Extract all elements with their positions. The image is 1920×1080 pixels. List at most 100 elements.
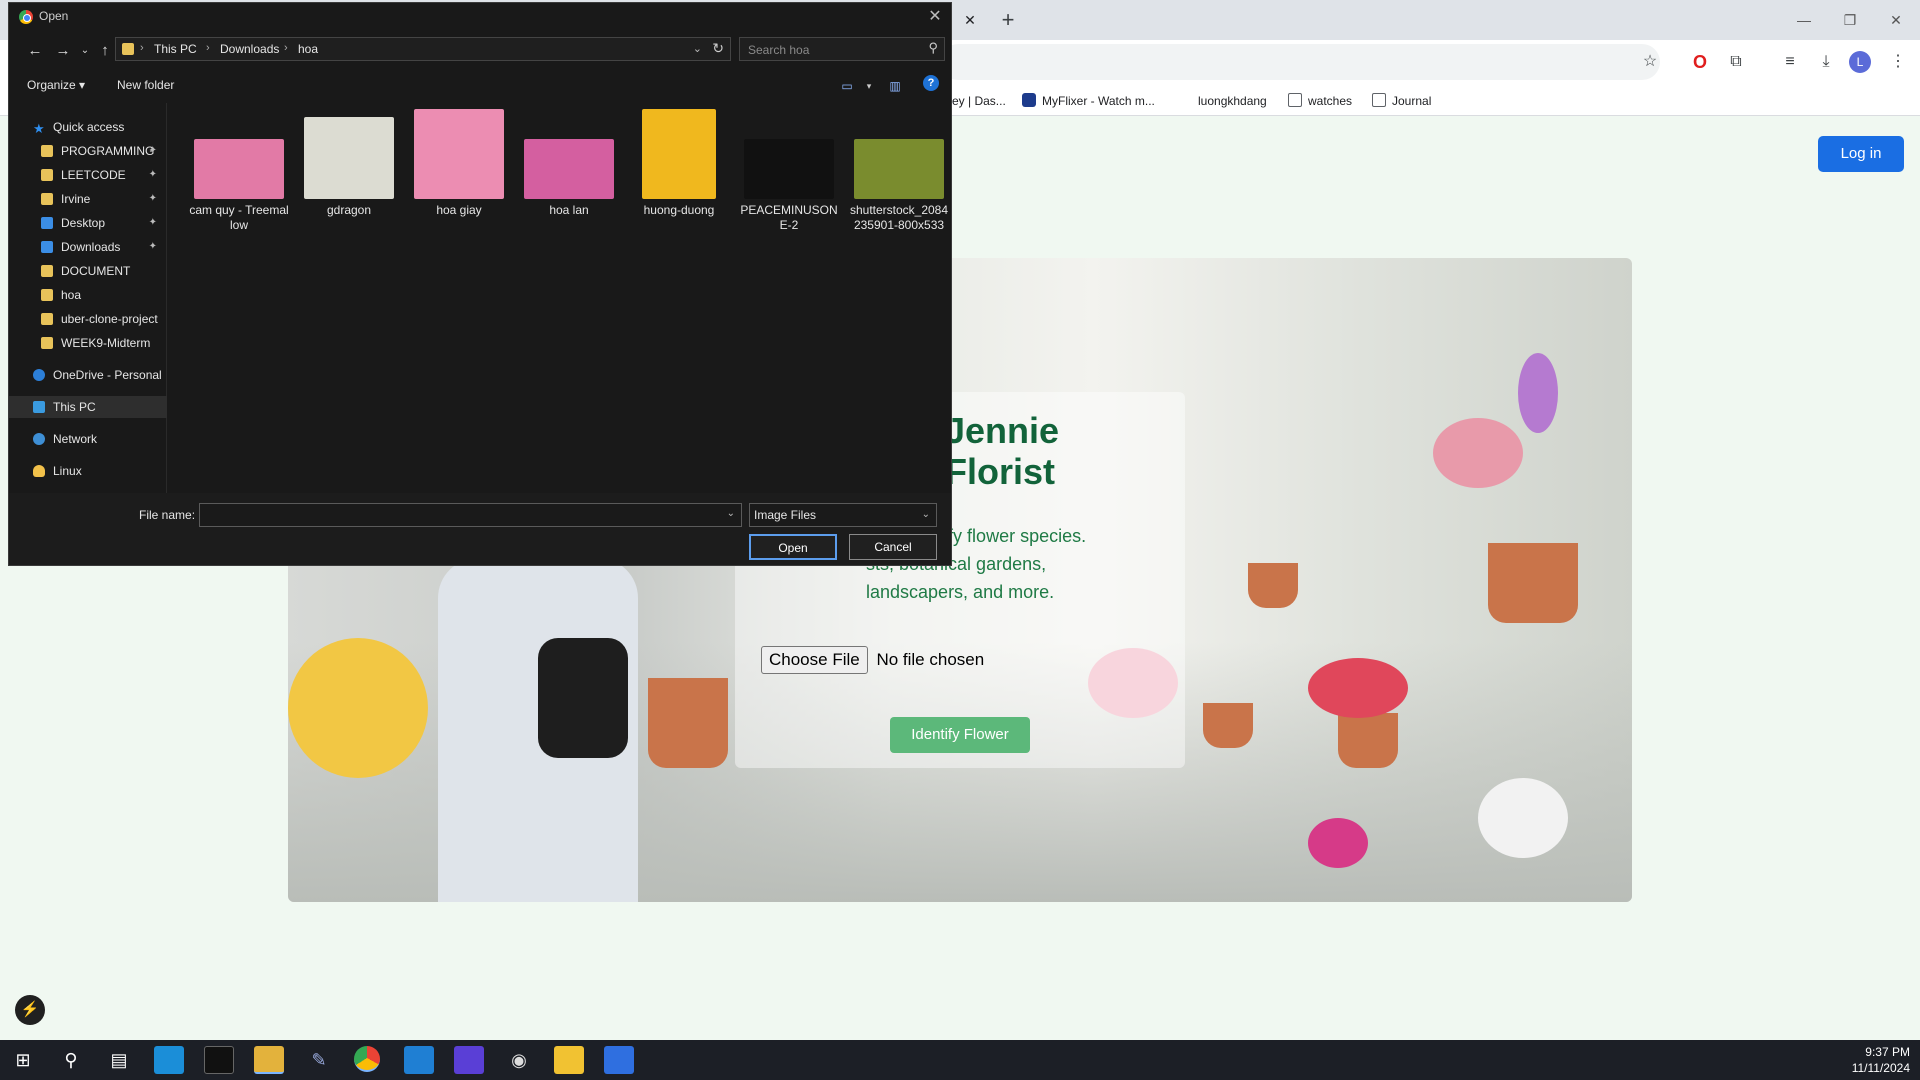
jetbrains-icon[interactable] [454, 1046, 484, 1074]
restore-icon[interactable]: ❐ [1830, 8, 1870, 32]
file-item[interactable]: hoa giay [409, 109, 509, 218]
nav-network[interactable]: Network [9, 428, 167, 450]
view-dropdown-icon[interactable]: ▾ [857, 77, 881, 95]
address-bar[interactable] [940, 44, 1660, 80]
back-arrow-icon[interactable]: ← [23, 39, 47, 63]
nav-item-week9[interactable]: WEEK9-Midterm [9, 332, 167, 354]
clock-date: 11/11/2024 [1851, 1061, 1910, 1075]
search-icon[interactable]: ⚲ [56, 1046, 86, 1074]
file-item[interactable]: shutterstock_2084235901-800x533 [849, 139, 949, 233]
new-folder-button[interactable]: New folder [117, 78, 174, 92]
refresh-icon[interactable]: ↻ [712, 40, 724, 57]
bookmark-luongkhdang[interactable]: luongkhdang [1198, 92, 1267, 110]
opera-extension-icon[interactable]: O [1686, 48, 1714, 76]
app-icon[interactable] [154, 1046, 184, 1074]
nav-item-hoa[interactable]: hoa [9, 284, 167, 306]
identify-flower-button[interactable]: Identify Flower [890, 717, 1030, 753]
dialog-titlebar: Open ✕ [9, 3, 953, 31]
breadcrumb-downloads[interactable]: Downloads [220, 42, 279, 56]
new-tab-button[interactable]: + [994, 6, 1022, 34]
dialog-address-bar[interactable]: › This PC › Downloads › hoa ⌄ ↻ [115, 37, 731, 61]
close-window-icon[interactable]: ✕ [1876, 8, 1916, 32]
organize-menu[interactable]: Organize ▾ [27, 78, 85, 92]
file-thumbnail [744, 139, 834, 199]
brand-title-line: Florist [945, 451, 1056, 492]
nav-item-programming[interactable]: PROGRAMMING ✦ [9, 140, 167, 162]
breadcrumb-this-pc[interactable]: This PC [154, 42, 197, 56]
tab-close-icon[interactable]: ✕ [958, 8, 982, 32]
task-view-icon[interactable]: ▤ [104, 1046, 134, 1074]
lightning-icon[interactable]: ⚡ [15, 995, 45, 1025]
bookmark-item[interactable]: ey | Das... [952, 92, 1006, 110]
terminal-icon[interactable] [204, 1046, 234, 1074]
nav-linux[interactable]: Linux [9, 460, 167, 482]
media-control-icon[interactable]: ≡ [1776, 48, 1804, 76]
bookmark-myflixer[interactable]: MyFlixer - Watch m... [1022, 92, 1155, 110]
forward-arrow-icon[interactable]: → [51, 39, 75, 63]
folder-icon [41, 265, 53, 277]
command-bar: Organize ▾ New folder ▭ ▾ ▥ ? [9, 71, 951, 101]
folder-icon [1288, 93, 1302, 107]
minimize-icon[interactable]: — [1784, 8, 1824, 32]
file-item[interactable]: PEACEMINUSONE-2 [739, 139, 839, 233]
file-name-input[interactable]: ⌄ [199, 503, 742, 527]
up-arrow-icon[interactable]: ↑ [93, 39, 117, 63]
cancel-button[interactable]: Cancel [849, 534, 937, 560]
file-type-select[interactable]: Image Files ⌄ [749, 503, 937, 527]
app-badge-icon[interactable]: ◉ [504, 1046, 534, 1074]
chevron-down-icon[interactable]: ⌄ [727, 508, 735, 519]
dialog-search-box[interactable]: Search hoa ⚲ [739, 37, 945, 61]
folder-icon [41, 193, 53, 205]
file-item[interactable]: cam quy - Treemallow [189, 139, 289, 233]
desktop-icon [41, 217, 53, 229]
nav-item-document[interactable]: DOCUMENT [9, 260, 167, 282]
brand-title: Jennie Florist [945, 410, 1059, 492]
open-button[interactable]: Open [749, 534, 837, 560]
profile-avatar[interactable]: L [1849, 51, 1871, 73]
file-item[interactable]: gdragon [299, 117, 399, 218]
folder-icon [41, 313, 53, 325]
menu-kebab-icon[interactable]: ⋮ [1884, 48, 1912, 76]
nav-item-leetcode[interactable]: LEETCODE ✦ [9, 164, 167, 186]
nav-this-pc[interactable]: This PC [9, 396, 167, 418]
dialog-close-icon[interactable]: ✕ [923, 5, 947, 29]
file-name: PEACEMINUSONE-2 [740, 203, 838, 232]
notepad-icon[interactable]: ✎ [304, 1046, 334, 1074]
nav-onedrive[interactable]: OneDrive - Personal [9, 364, 167, 386]
vscode-icon[interactable] [404, 1046, 434, 1074]
bookmark-folder-watches[interactable]: watches [1288, 92, 1352, 110]
file-item[interactable]: hoa lan [519, 139, 619, 218]
preview-pane-icon[interactable]: ▥ [883, 77, 907, 95]
download-icon[interactable]: ⤓ [1812, 48, 1840, 76]
nav-item-desktop[interactable]: Desktop ✦ [9, 212, 167, 234]
help-icon[interactable]: ? [923, 75, 939, 91]
folder-icon [122, 43, 134, 55]
login-button[interactable]: Log in [1818, 136, 1904, 172]
breadcrumb-hoa[interactable]: hoa [298, 42, 318, 56]
bookmark-folder-journal[interactable]: Journal [1372, 92, 1431, 110]
file-input[interactable]: Choose File No file chosen [761, 646, 984, 674]
windows-start-icon[interactable]: ⊞ [8, 1046, 38, 1074]
address-dropdown-icon[interactable]: ⌄ [693, 42, 702, 55]
nav-item-irvine[interactable]: Irvine ✦ [9, 188, 167, 210]
nav-item-downloads[interactable]: Downloads ✦ [9, 236, 167, 258]
nav-item-uber-clone[interactable]: uber-clone-project [9, 308, 167, 330]
file-thumbnail [304, 117, 394, 199]
view-options-icon[interactable]: ▭ [835, 77, 859, 95]
webstorm-icon[interactable] [554, 1046, 584, 1074]
file-item[interactable]: huong-duong [629, 109, 729, 218]
file-name: hoa giay [436, 203, 482, 217]
clock[interactable]: 9:37 PM 11/11/2024 [1852, 1044, 1910, 1076]
nav-quick-access[interactable]: ★ Quick access [9, 116, 167, 138]
taskbar: ⊞ ⚲ ▤ ✎ ◉ 9:37 PM 11/11/2024 [0, 1040, 1920, 1080]
file-thumbnail [854, 139, 944, 199]
myflixer-favicon-icon [1022, 93, 1036, 107]
extensions-icon[interactable]: ⧉ [1722, 48, 1750, 76]
chrome-icon[interactable] [354, 1046, 380, 1072]
choose-file-button[interactable]: Choose File [761, 646, 868, 674]
bookmark-star-icon[interactable]: ☆ [1636, 48, 1664, 76]
flower-pot [1248, 563, 1298, 608]
screen-capture-icon[interactable] [604, 1046, 634, 1074]
file-explorer-icon[interactable] [254, 1046, 284, 1074]
folder-icon [41, 169, 53, 181]
